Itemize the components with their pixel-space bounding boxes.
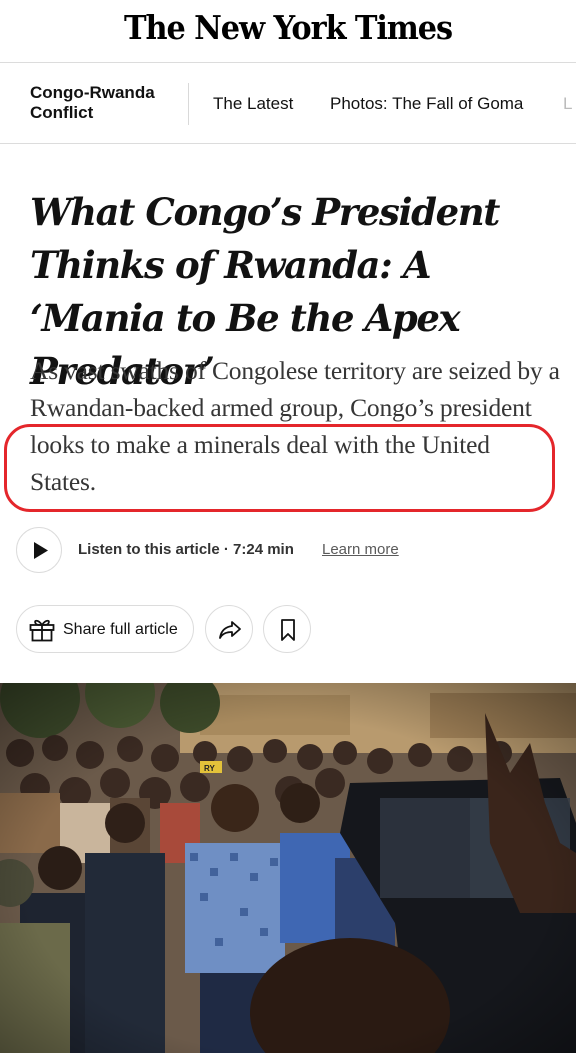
bookmark-icon <box>281 619 295 641</box>
bookmark-button[interactable] <box>263 605 311 653</box>
section-title[interactable]: Congo-Rwanda Conflict <box>30 83 180 123</box>
play-button[interactable] <box>16 527 62 573</box>
masthead: The New York Times <box>0 0 576 62</box>
crowd-photo: RY <box>0 683 576 1053</box>
nyt-logo[interactable]: The New York Times <box>23 8 553 47</box>
nav-divider <box>188 83 189 125</box>
share-arrow-icon <box>219 621 241 639</box>
highlight-annotation <box>4 424 555 512</box>
share-full-article-button[interactable]: Share full article <box>16 605 194 653</box>
play-icon <box>34 542 48 559</box>
nav-bottom-divider <box>0 143 576 144</box>
nav-link-more[interactable]: L <box>563 94 572 114</box>
learn-more-link[interactable]: Learn more <box>322 541 399 558</box>
share-button[interactable] <box>205 605 253 653</box>
nav-link-photos[interactable]: Photos: The Fall of Goma <box>330 94 523 114</box>
gift-icon <box>29 619 55 642</box>
listen-row: Listen to this article · 7:24 min Learn … <box>16 527 556 575</box>
section-nav: Congo-Rwanda Conflict The Latest Photos:… <box>0 63 576 143</box>
nav-link-the-latest[interactable]: The Latest <box>213 94 293 114</box>
share-label: Share full article <box>63 621 178 638</box>
listen-label: Listen to this article · 7:24 min <box>78 541 294 558</box>
lead-photo[interactable]: RY <box>0 683 576 1053</box>
